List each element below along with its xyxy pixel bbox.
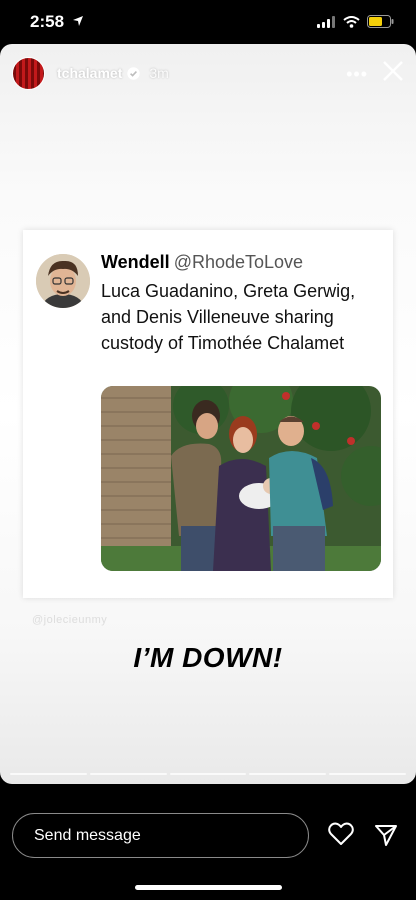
story-card[interactable]: tchalamet 3m ••• Wendell @RhodeToLove Lu… — [0, 44, 416, 784]
verified-badge-icon — [127, 66, 141, 80]
progress-segment — [329, 773, 406, 775]
tweet-author: Wendell @RhodeToLove — [101, 252, 303, 273]
story-timestamp: 3m — [149, 65, 169, 81]
story-progress-bar — [10, 773, 406, 775]
signal-icon — [317, 15, 336, 33]
wifi-icon — [343, 15, 360, 33]
battery-icon — [367, 15, 394, 33]
story-header: tchalamet 3m ••• — [12, 56, 404, 90]
status-time: 2:58 — [30, 12, 65, 31]
progress-segment — [169, 773, 247, 775]
tweet-handle: @RhodeToLove — [173, 252, 304, 272]
heart-icon[interactable] — [328, 822, 354, 851]
tweet-photo — [101, 386, 381, 571]
status-bar: 2:58 — [0, 0, 416, 46]
send-icon[interactable] — [374, 823, 398, 852]
progress-segment — [89, 773, 167, 775]
status-icons — [317, 15, 394, 33]
avatar[interactable] — [12, 56, 45, 90]
progress-segment — [249, 773, 327, 775]
credit-watermark: @jolecieunmy — [32, 614, 108, 626]
progress-segment — [10, 773, 87, 775]
tweet-display-name: Wendell — [101, 252, 170, 272]
story-caption: I’M DOWN! — [133, 642, 283, 673]
tweet-card: Wendell @RhodeToLove Luca Guadanino, Gret… — [23, 230, 393, 598]
more-options-button[interactable]: ••• — [346, 64, 368, 85]
tweet-text: Luca Guadanino, Greta Gerwig, and Denis … — [101, 281, 356, 353]
close-icon[interactable] — [382, 60, 404, 87]
send-message-input[interactable]: Send message — [12, 813, 309, 858]
tweet-avatar — [36, 254, 90, 308]
story-username[interactable]: tchalamet — [57, 65, 122, 81]
location-arrow-icon — [72, 14, 84, 32]
home-indicator — [135, 885, 282, 890]
